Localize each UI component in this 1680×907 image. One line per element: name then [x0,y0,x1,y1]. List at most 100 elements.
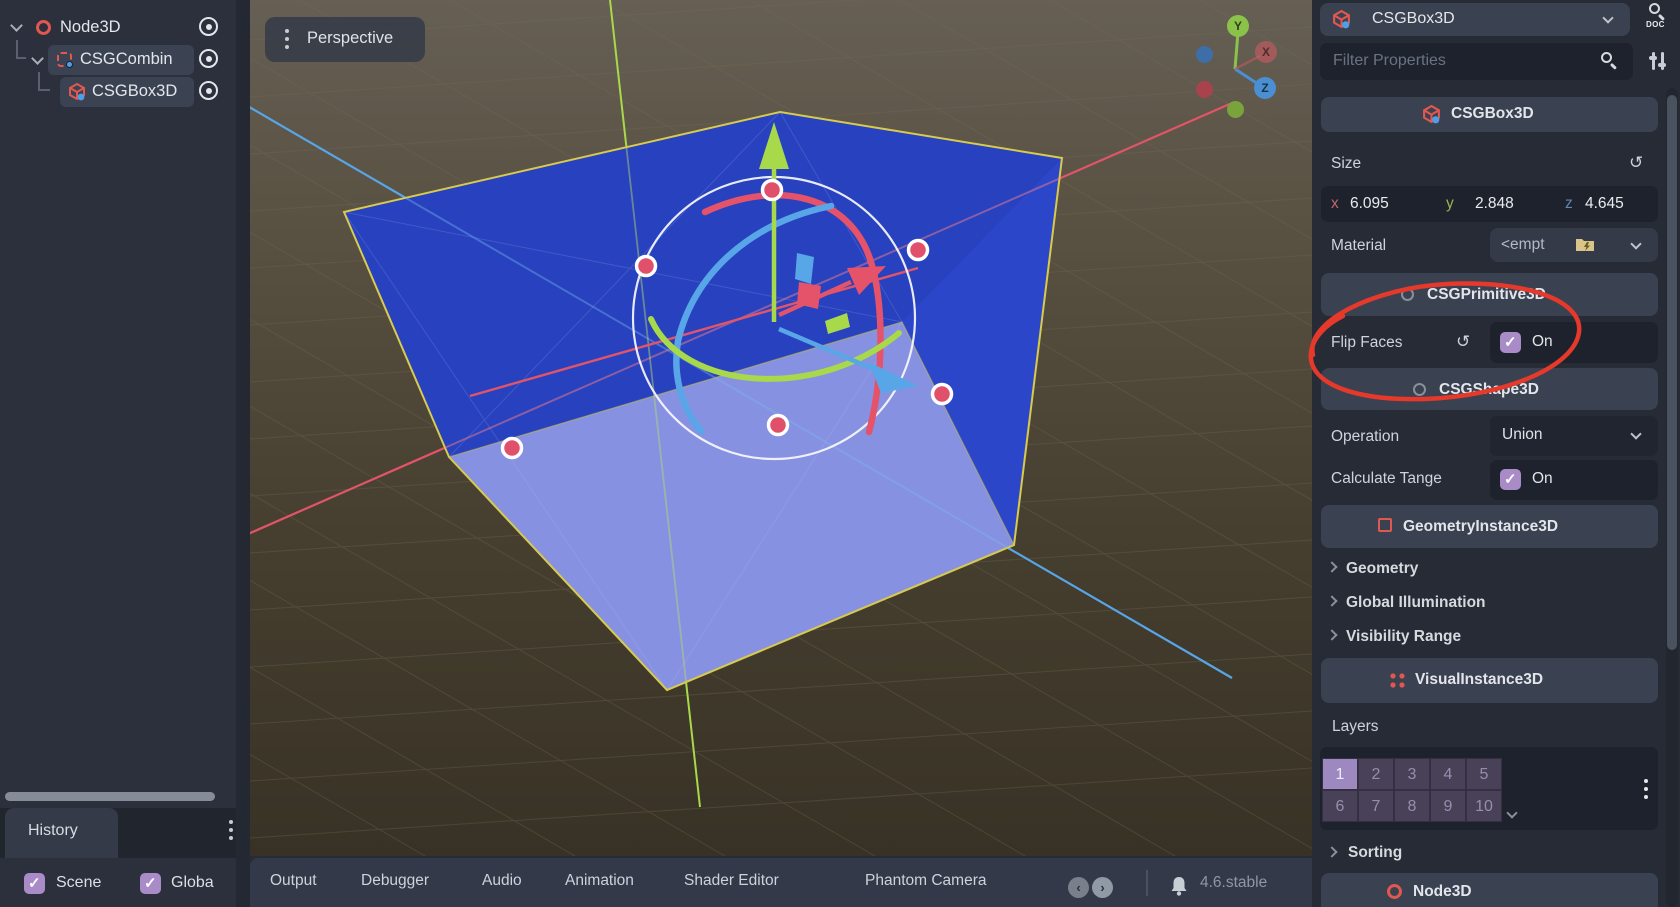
collapse-chevron-icon[interactable] [10,19,23,32]
tab-animation[interactable]: Animation [565,872,634,890]
size-vector3-field[interactable]: x 6.095 y 2.848 z 4.645 [1321,186,1658,222]
kebab-menu-icon [285,29,289,53]
size-x-value[interactable]: 6.095 [1350,195,1389,213]
layer-cell-4[interactable]: 4 [1430,758,1466,790]
group-sorting[interactable]: Sorting [1348,844,1402,862]
tabs-scroll-right-button[interactable]: › [1092,877,1113,898]
csgshape3d-icon [1413,383,1426,396]
perspective-label: Perspective [307,29,393,48]
filter-properties-input[interactable]: Filter Properties [1320,43,1633,80]
tab-audio[interactable]: Audio [482,872,522,890]
section-header-csgbox3d[interactable]: CSGBox3D [1321,97,1658,132]
notification-bell-icon[interactable] [1168,875,1190,897]
tab-shader-editor[interactable]: Shader Editor [684,872,779,890]
csgbox3d-icon [1422,105,1441,124]
csg-blue-dot [66,61,73,68]
layers-field: 1 2 3 4 5 6 7 8 9 10 [1320,747,1658,830]
layer-cell-3[interactable]: 3 [1394,758,1430,790]
visibility-eye-icon[interactable] [199,49,218,68]
axis-neg-x-dot[interactable] [1196,81,1213,98]
size-z-value[interactable]: 4.645 [1585,195,1624,213]
section-header-visualinstance3d[interactable]: VisualInstance3D [1321,658,1658,703]
visualinstance3d-icon [1389,672,1407,690]
tab-debugger[interactable]: Debugger [361,872,429,890]
section-header-csgprimitive3d[interactable]: CSGPrimitive3D [1321,273,1658,316]
axis-y-ball[interactable]: Y [1227,15,1249,37]
layer-cell-8[interactable]: 8 [1394,790,1430,822]
tabs-scroll-left-button[interactable]: ‹ [1068,877,1089,898]
material-resource-picker[interactable]: <empt [1490,228,1658,262]
tab-output[interactable]: Output [270,872,317,890]
history-menu-icon[interactable] [229,820,233,844]
flip-faces-checkbox[interactable] [1500,332,1521,353]
node3d-icon [36,20,51,35]
section-header-geometryinstance3d[interactable]: GeometryInstance3D [1321,505,1658,548]
csgbox3d-icon [1332,10,1351,29]
panel-splitter[interactable] [236,0,250,907]
perspective-menu-button[interactable]: Perspective [265,17,425,62]
visibility-eye-icon[interactable] [199,81,218,100]
folder-load-icon[interactable] [1575,236,1595,253]
flip-faces-label: Flip Faces [1331,334,1403,352]
viewport-canvas[interactable] [250,0,1312,856]
material-label: Material [1331,237,1386,255]
viewport-3d[interactable]: Perspective Y X Z [250,0,1312,856]
tree-label-csgbox3d: CSGBox3D [92,82,177,101]
layer-cell-2[interactable]: 2 [1358,758,1394,790]
bar-divider [1146,870,1148,896]
node-selector-dropdown[interactable]: CSGBox3D [1320,3,1630,36]
group-visibility-range[interactable]: Visibility Range [1346,628,1461,646]
tab-phantom-camera[interactable]: Phantom Camera [865,872,986,890]
doc-search-icon [1649,3,1660,14]
csgprimitive3d-icon [1401,288,1414,301]
layers-expand-chevron[interactable] [1506,807,1517,818]
godot-editor-window: Perspective Y X Z Node3D CSGCombin [0,0,1680,907]
revert-icon[interactable]: ↺ [1629,153,1643,173]
csg-box-mesh[interactable] [344,112,1062,690]
group-geometry[interactable]: Geometry [1346,560,1418,578]
chevron-down-icon [1630,428,1641,439]
section-header-csgshape3d[interactable]: CSGShape3D [1321,368,1658,410]
group-global-illumination[interactable]: Global Illumination [1346,594,1486,612]
calculate-tangents-value: On [1532,470,1553,488]
calculate-tangents-label: Calculate Tange [1331,470,1442,488]
scene-checkbox[interactable] [24,873,45,894]
y-component-label: y [1446,195,1454,213]
axis-neg-y-dot[interactable] [1227,101,1244,118]
tree-elbow [16,40,26,59]
size-y-value[interactable]: 2.848 [1475,195,1514,213]
section-header-node3d[interactable]: Node3D [1321,873,1658,907]
axis-z-ball[interactable]: Z [1254,77,1276,99]
global-checkbox[interactable] [140,873,161,894]
flip-faces-field: On [1490,322,1658,363]
tree-label-csgcombiner: CSGCombin [80,50,173,69]
csgbox3d-icon [68,83,86,101]
scene-checkbox-label: Scene [56,874,101,892]
layer-cell-6[interactable]: 6 [1322,790,1358,822]
axis-neg-z-dot[interactable] [1196,46,1213,63]
calculate-tangents-field: On [1490,460,1658,500]
x-component-label: x [1331,195,1339,213]
inspector-scrollbar-thumb[interactable] [1667,95,1677,650]
open-docs-button[interactable]: DOC [1643,3,1669,31]
collapse-chevron-icon[interactable] [31,52,44,65]
layers-menu-icon[interactable] [1644,779,1648,803]
horizontal-scrollbar[interactable] [5,792,215,801]
calculate-tangents-checkbox[interactable] [1500,469,1521,490]
search-icon [1601,52,1612,63]
layer-cell-5[interactable]: 5 [1466,758,1502,790]
scene-tree-panel: Node3D CSGCombin CSGBox3D [0,0,236,907]
layer-cell-10[interactable]: 10 [1466,790,1502,822]
history-tab-label: History [28,822,78,840]
layer-cell-1[interactable]: 1 [1322,758,1358,790]
operation-dropdown[interactable]: Union [1490,416,1658,456]
revert-icon[interactable]: ↺ [1456,332,1470,352]
doc-icon-label: DOC [1646,20,1665,29]
visibility-eye-icon[interactable] [199,17,218,36]
layer-cell-7[interactable]: 7 [1358,790,1394,822]
layers-label: Layers [1332,718,1379,736]
inspector-tools-icon[interactable] [1650,52,1668,72]
layer-cell-9[interactable]: 9 [1430,790,1466,822]
operation-value: Union [1502,426,1543,444]
axis-x-ball[interactable]: X [1255,41,1277,63]
